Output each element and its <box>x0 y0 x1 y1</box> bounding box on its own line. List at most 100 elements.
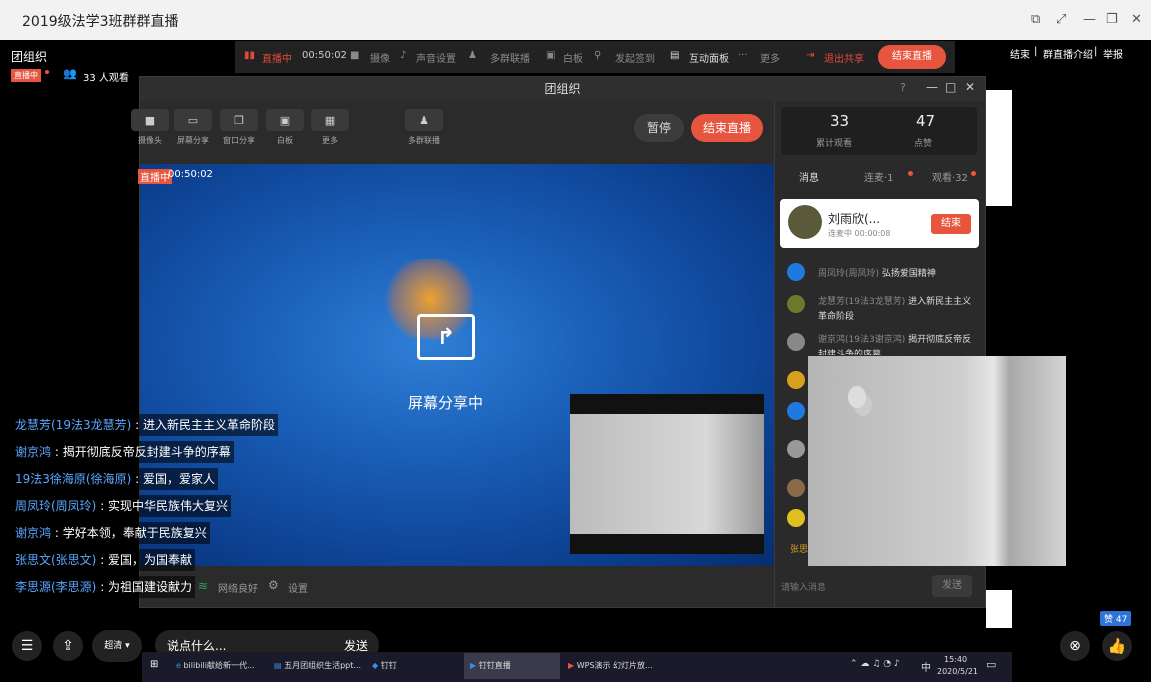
sharing-status: 屏幕分享中 <box>408 394 484 412</box>
chat-sender: 龙慧芳(19法3龙慧芳) <box>15 418 132 432</box>
notes-icon[interactable]: ☰ <box>12 631 42 661</box>
clock-time[interactable]: 15:40 <box>944 655 967 664</box>
taskbar-app[interactable]: e bilibili献给新一代... <box>176 653 266 679</box>
windows-start-icon[interactable]: ⊞ <box>150 659 158 670</box>
chat-sender: 李思源(李思源) <box>15 580 97 594</box>
end-live-button[interactable]: 结束直播 <box>691 114 763 142</box>
quality-select[interactable]: 超清 ▾ <box>92 630 142 662</box>
tab-watch[interactable]: 观看·32 <box>932 169 968 184</box>
notification-icon[interactable]: ▭ <box>986 658 996 671</box>
fullscreen-icon[interactable]: ⤢ <box>1056 12 1066 27</box>
tool-label: 白板 <box>277 136 293 145</box>
live-badge: 直播中 <box>11 69 41 82</box>
stats-card <box>781 107 977 155</box>
share-icon[interactable]: ⇪ <box>53 631 83 661</box>
live-status: 直播中 <box>262 54 292 65</box>
multi-group-button[interactable]: 多群联播 <box>490 50 530 65</box>
gear-icon[interactable]: ⚙ <box>268 578 279 592</box>
partial-sender: 张思 <box>790 545 809 555</box>
whiteboard-icon: ▣ <box>266 109 304 131</box>
tool-multi-group[interactable]: ♟ 多群联播 <box>404 109 444 146</box>
settings-button[interactable]: 设置 <box>288 580 308 595</box>
checkin-icon[interactable]: ⚲ <box>594 50 601 61</box>
camera-feed <box>570 414 764 534</box>
wps-icon: ▶ <box>568 661 575 670</box>
taskbar-app[interactable]: ▶ 钉钉直播 <box>464 653 560 679</box>
linkmic-name: 刘雨欣(... <box>828 212 881 226</box>
exit-share-icon[interactable]: ⇥ <box>806 50 814 61</box>
interact-panel-button[interactable]: 互动面板 <box>689 50 729 65</box>
chat-sender: 张思文(张思文) <box>15 553 97 567</box>
audio-settings-button[interactable]: 声音设置 <box>416 50 456 65</box>
window-share-icon: ❐ <box>220 109 258 131</box>
minimize-icon[interactable]: — <box>1083 12 1096 27</box>
intro-link[interactable]: 群直播介绍 <box>1043 46 1093 61</box>
chat-line: 19法3徐海原(徐海原) : 爱国，爱家人 <box>12 468 218 490</box>
message-sender: 谢京鸿(19法3谢京鸿) <box>818 335 906 345</box>
network-status: 网络良好 <box>218 584 258 595</box>
tool-camera[interactable]: ■ 摄像头 <box>130 109 170 146</box>
ime-indicator[interactable]: 中 <box>921 659 931 674</box>
help-icon[interactable]: ? <box>900 81 906 94</box>
chat-text: : 爱国，为国奉献 <box>96 553 193 567</box>
tool-window-share[interactable]: ❐ 窗口分享 <box>219 109 259 146</box>
doc-icon: ▤ <box>274 661 282 670</box>
end-link[interactable]: 结束 <box>1010 46 1030 61</box>
avatar <box>787 333 805 351</box>
mic-icon[interactable]: ♪ <box>400 50 406 61</box>
maximize-icon[interactable]: □ <box>945 80 956 94</box>
avatar <box>787 509 805 527</box>
host-name: 团组织 <box>11 50 48 64</box>
chat-line: 李思源(李思源) : 为祖国建设献力 <box>12 576 196 598</box>
chat-text: : 进入新民主主义革命阶段 <box>131 418 275 432</box>
chat-text: : 爱国，爱家人 <box>131 472 215 486</box>
screen-preview: 直播中 00:50:02 ↱ 屏幕分享中 <box>138 164 774 566</box>
chat-sender: 19法3徐海原(徐海原) <box>15 472 132 486</box>
close-icon[interactable]: ✕ <box>1131 12 1142 27</box>
like-icon[interactable]: 👍 <box>1102 631 1132 661</box>
clock-date[interactable]: 2020/5/21 <box>937 667 978 676</box>
tool-screen-share[interactable]: ▭ 屏幕分享 <box>173 109 213 146</box>
message-input[interactable]: 请输入消息 <box>781 580 826 593</box>
quality-label: 超清 <box>104 641 123 651</box>
pin-icon[interactable]: ⧉ <box>1031 12 1040 27</box>
avatar <box>787 402 805 420</box>
message-text: 弘扬爱国精神 <box>881 269 936 279</box>
tool-label: 摄像头 <box>138 136 162 145</box>
taskbar-app[interactable]: ◆ 钉钉 <box>372 653 452 679</box>
chat-text: : 为祖国建设献力 <box>96 580 193 594</box>
window-titlebar: 2019级法学3班群群直播 ⧉ ⤢ — ❐ ✕ <box>0 0 1151 40</box>
console-title-text: 团组织 <box>544 82 581 96</box>
tool-more[interactable]: ▦ 更多 <box>310 109 350 146</box>
linkmic-icon[interactable]: ⊗ <box>1060 631 1090 661</box>
checkin-button[interactable]: 发起签到 <box>615 50 655 65</box>
message-3: 谢京鸿(19法3谢京鸿) 揭开彻底反帝反封建斗争的序幕 <box>818 333 978 355</box>
send-button[interactable]: 发送 <box>932 575 972 597</box>
exit-share-button[interactable]: 退出共享 <box>824 50 864 65</box>
separator: | <box>1034 46 1038 57</box>
tab-messages[interactable]: 消息 <box>799 169 819 184</box>
report-link[interactable]: 举报 <box>1103 46 1123 61</box>
more-button[interactable]: 更多 <box>760 50 780 65</box>
camera-button[interactable]: 摄像 <box>370 50 390 65</box>
tray-icons[interactable]: ⌃ ☁ ♫ ◔ ♪ <box>850 659 900 669</box>
end-linkmic-button[interactable]: 结束 <box>931 214 971 234</box>
multi-group-icon[interactable]: ♟ <box>468 50 477 61</box>
taskbar-app[interactable]: ▤ 五月团组织生活ppt... <box>274 653 364 679</box>
whiteboard-button[interactable]: 白板 <box>563 50 583 65</box>
pause-button[interactable]: 暂停 <box>634 114 684 142</box>
interact-icon[interactable]: ▤ <box>670 50 679 61</box>
notify-dot <box>908 171 913 176</box>
close-icon[interactable]: ✕ <box>965 80 975 94</box>
minimize-icon[interactable]: — <box>926 80 938 94</box>
tab-linkmic[interactable]: 连麦·1 <box>864 169 894 184</box>
end-live-button[interactable]: 结束直播 <box>878 45 946 69</box>
camera-icon[interactable]: ■ <box>350 50 359 61</box>
tool-whiteboard[interactable]: ▣ 白板 <box>265 109 305 146</box>
restore-icon[interactable]: ❐ <box>1106 12 1118 27</box>
more-icon[interactable]: ··· <box>738 50 748 61</box>
viewer-count: 33 人观看 <box>83 73 129 84</box>
whiteboard-icon[interactable]: ▣ <box>546 50 555 61</box>
taskbar-app[interactable]: ▶ WPS演示 幻灯片放... <box>568 653 658 679</box>
taskbar-app-label: 钉钉直播 <box>478 661 511 670</box>
